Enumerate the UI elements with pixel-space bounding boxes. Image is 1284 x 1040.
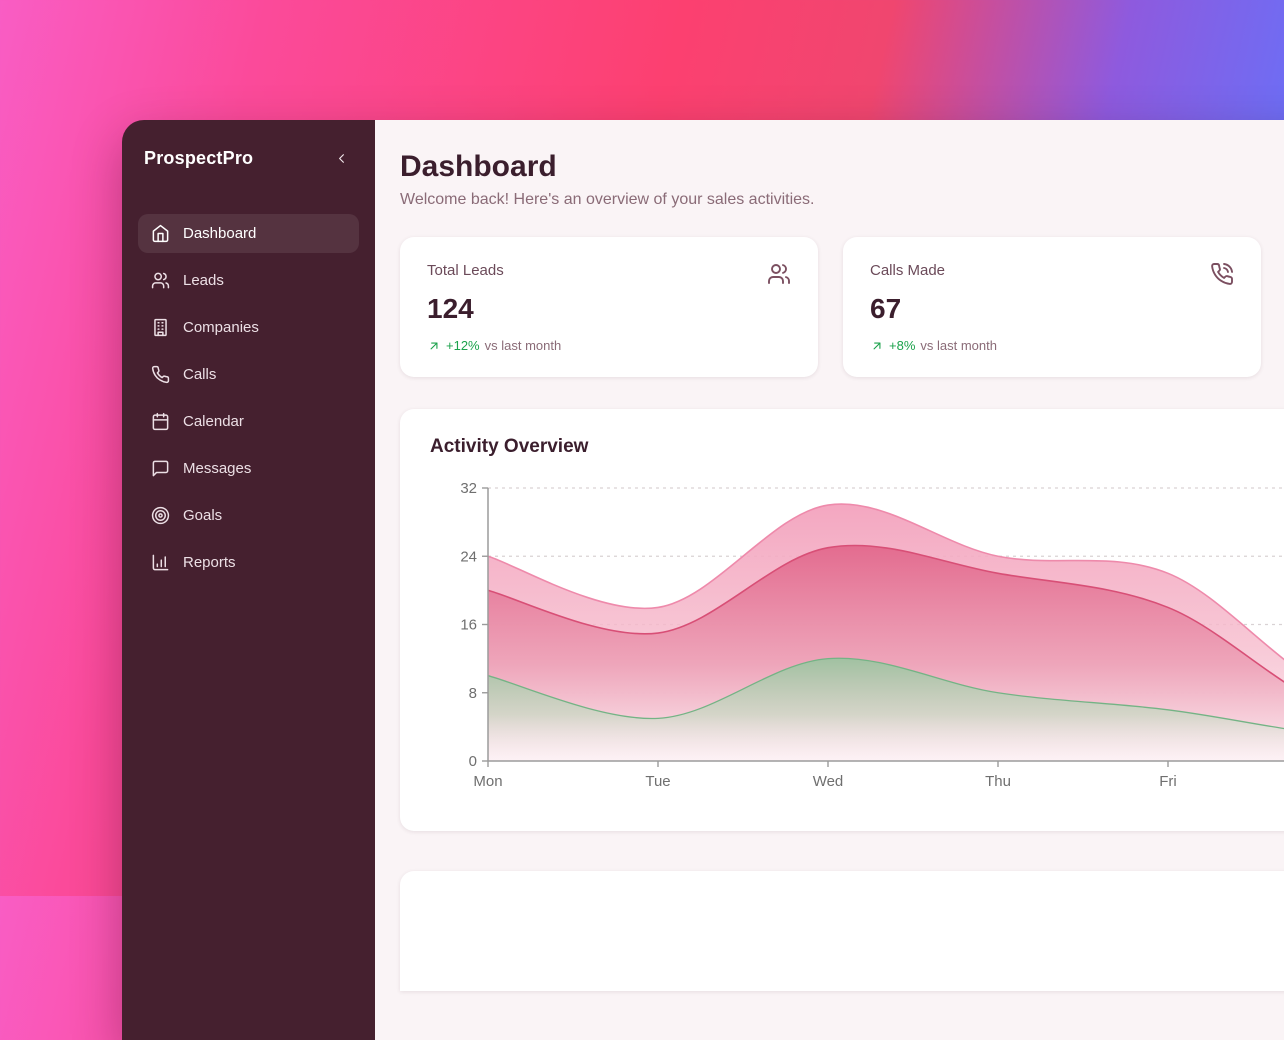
- sidebar-item-messages[interactable]: Messages: [138, 449, 359, 488]
- area-chart-svg: 0 8 16 24 32 Mon Tue Wed Thu Fri: [430, 476, 1284, 808]
- home-icon: [151, 224, 170, 243]
- sidebar-item-companies[interactable]: Companies: [138, 308, 359, 347]
- stat-value: 67: [870, 293, 1234, 325]
- sidebar-item-reports[interactable]: Reports: [138, 543, 359, 582]
- app-logo-title: ProspectPro: [144, 148, 253, 169]
- svg-text:24: 24: [460, 548, 477, 565]
- sidebar-nav: Dashboard Leads Companies Calls Calendar…: [138, 214, 359, 582]
- users-icon: [767, 262, 791, 286]
- svg-text:8: 8: [469, 685, 477, 702]
- stat-card: Total Leads 124 +12% vs last month: [400, 237, 818, 377]
- users-icon: [151, 271, 170, 290]
- sidebar: ProspectPro Dashboard Leads Companies Ca…: [122, 120, 375, 1040]
- activity-chart: 0 8 16 24 32 Mon Tue Wed Thu Fri: [430, 476, 1284, 813]
- partial-bottom-card: [400, 871, 1284, 991]
- stat-label: Calls Made: [870, 262, 945, 279]
- trend-up-icon: [427, 339, 441, 353]
- svg-text:Fri: Fri: [1159, 773, 1177, 790]
- activity-overview-card: Activity Overview 0 8 16 24 32 Mon Tue Wed Thu Fr…: [400, 409, 1284, 831]
- sidebar-item-label: Calendar: [183, 413, 244, 430]
- svg-text:16: 16: [460, 617, 477, 634]
- svg-text:Tue: Tue: [645, 773, 670, 790]
- sidebar-item-label: Reports: [183, 554, 236, 571]
- stat-change-percent: +12%: [446, 338, 480, 353]
- stat-change: +12% vs last month: [427, 338, 791, 353]
- stat-label: Total Leads: [427, 262, 504, 279]
- svg-text:32: 32: [460, 480, 477, 497]
- stat-change-percent: +8%: [889, 338, 915, 353]
- sidebar-item-dashboard[interactable]: Dashboard: [138, 214, 359, 253]
- sidebar-item-leads[interactable]: Leads: [138, 261, 359, 300]
- sidebar-item-label: Dashboard: [183, 225, 256, 242]
- svg-text:Mon: Mon: [473, 773, 502, 790]
- sidebar-item-calendar[interactable]: Calendar: [138, 402, 359, 441]
- building-icon: [151, 318, 170, 337]
- page-title: Dashboard: [400, 150, 1284, 184]
- sidebar-item-label: Leads: [183, 272, 224, 289]
- sidebar-item-goals[interactable]: Goals: [138, 496, 359, 535]
- phone-icon: [151, 365, 170, 384]
- stat-value: 124: [427, 293, 791, 325]
- sidebar-item-calls[interactable]: Calls: [138, 355, 359, 394]
- sidebar-item-label: Companies: [183, 319, 259, 336]
- app-window: ProspectPro Dashboard Leads Companies Ca…: [122, 120, 1284, 1040]
- trend-up-icon: [870, 339, 884, 353]
- svg-text:0: 0: [469, 753, 477, 770]
- sidebar-collapse-button[interactable]: [329, 146, 353, 170]
- sidebar-item-label: Goals: [183, 507, 222, 524]
- phone-call-icon: [1210, 262, 1234, 286]
- stat-change: +8% vs last month: [870, 338, 1234, 353]
- bar-chart-icon: [151, 553, 170, 572]
- stats-row: Total Leads 124 +12% vs last month Calls…: [400, 237, 1284, 377]
- page-subtitle: Welcome back! Here's an overview of your…: [400, 191, 1284, 209]
- chart-title: Activity Overview: [430, 436, 1284, 458]
- target-icon: [151, 506, 170, 525]
- sidebar-item-label: Calls: [183, 366, 216, 383]
- svg-text:Thu: Thu: [985, 773, 1011, 790]
- stat-change-suffix: vs last month: [920, 338, 997, 353]
- message-icon: [151, 459, 170, 478]
- svg-text:Wed: Wed: [813, 773, 844, 790]
- sidebar-item-label: Messages: [183, 460, 251, 477]
- main-content: Dashboard Welcome back! Here's an overvi…: [375, 120, 1284, 1040]
- sidebar-header: ProspectPro: [138, 146, 359, 170]
- calendar-icon: [151, 412, 170, 431]
- chevron-left-icon: [334, 151, 349, 166]
- stat-card: Calls Made 67 +8% vs last month: [843, 237, 1261, 377]
- stat-change-suffix: vs last month: [485, 338, 562, 353]
